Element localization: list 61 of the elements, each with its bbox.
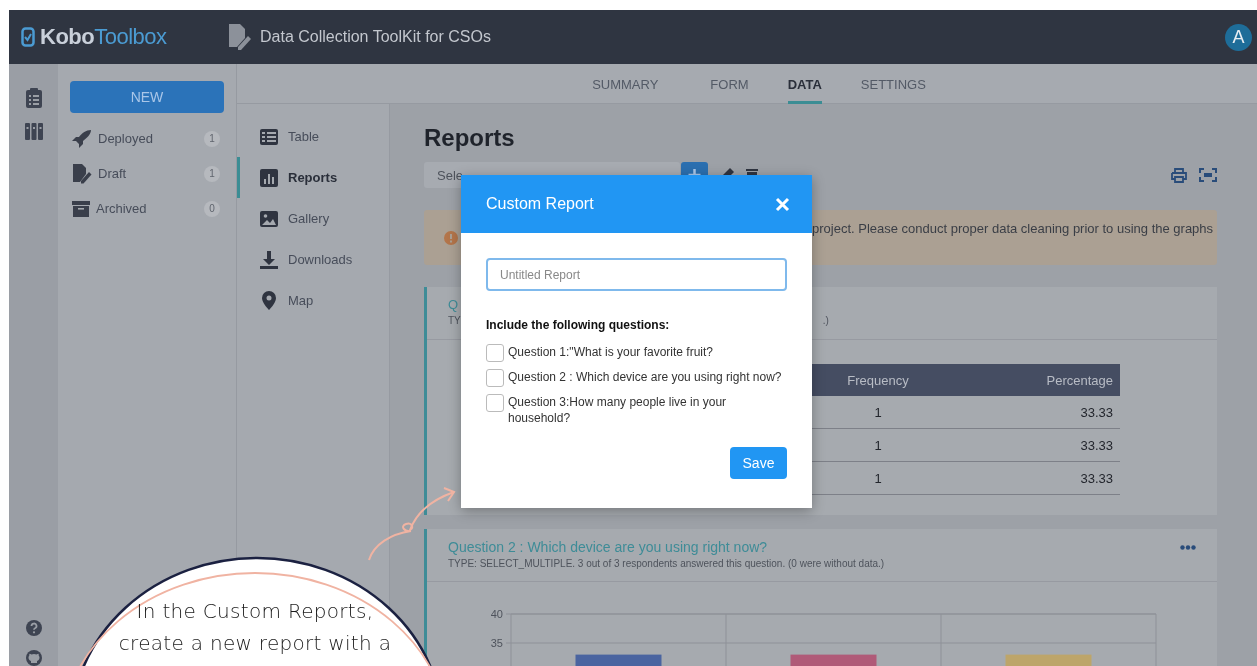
axis-tick-label: 40 [490,608,503,620]
warning-text: project. Please conduct proper data cleaning prior to using the graphs [812,221,1214,236]
checkbox[interactable] [486,369,504,387]
logo-icon [21,27,35,47]
tab[interactable]: FORM [685,64,774,104]
questions-label: Include the following questions: [486,318,671,332]
question-title: Q [448,297,460,312]
checkbox[interactable] [486,344,504,362]
count-badge: 0 [204,200,220,217]
question-type: TY [448,315,461,326]
tab[interactable]: SETTINGS [835,64,951,104]
map-pin-icon [260,291,278,310]
print-icon[interactable] [1171,167,1187,183]
checkbox[interactable] [486,394,504,412]
table-list-icon [260,128,278,145]
project-title: Data Collection ToolKit for CSOs [260,28,492,46]
question-option[interactable]: Question 1:"What is your favorite fruit? [508,344,787,360]
sidebar-item[interactable]: Deployed [98,131,198,146]
warning-icon [444,230,458,245]
sidebar-item[interactable]: Archived [96,201,198,216]
question-title: Question 2 : Which device are you using right now? [448,539,768,555]
new-button[interactable]: NEW [70,81,224,113]
question-type: TYPE: SELECT_MULTIPLE. 3 out of 3 respondents answered this question. (0 were without data.) [448,558,886,569]
more-icon[interactable] [1180,544,1196,550]
page-heading: Reports [424,124,516,153]
question-type: .) [822,315,829,326]
subnav-item[interactable]: Gallery [237,198,389,239]
subnav-item[interactable]: Downloads [237,239,389,280]
annotation-text: In the Custom Reports, create a new report with a [117,598,393,657]
bar-chart-icon [260,168,278,187]
sidebar-item[interactable]: Draft [98,166,198,181]
tab[interactable]: SUMMARY [567,64,684,104]
archive-box-icon [72,200,90,217]
clipboard-list-icon[interactable] [25,88,42,108]
document-edit-icon [72,163,92,184]
column-header: Frequency [812,364,944,396]
fullscreen-icon[interactable] [1199,168,1217,182]
subnav-item[interactable]: Table [237,116,389,157]
dialog-title: Custom Report [486,195,594,213]
question-option[interactable]: Question 3:How many people live in your household? [508,394,787,426]
question-option[interactable]: Question 2 : Which device are you using right now? [508,369,787,385]
table-cell: 33.33 [944,461,1120,495]
image-icon [260,210,278,227]
count-badge: 1 [204,130,220,147]
books-icon[interactable] [24,122,43,140]
save-button[interactable]: Save [730,447,787,479]
document-edit-icon [227,23,251,51]
table-cell: 33.33 [944,428,1120,462]
help-icon[interactable] [25,620,42,636]
download-icon [260,250,278,269]
table-cell: 33.33 [944,396,1120,429]
logo-text[interactable]: KoboToolbox [40,24,167,50]
close-icon[interactable] [775,196,790,212]
rocket-icon [72,129,92,148]
avatar[interactable]: A [1225,23,1252,51]
count-badge: 1 [204,165,220,182]
axis-tick-label: 35 [490,637,503,649]
column-header: Percentage [944,364,1120,396]
cat-face-icon[interactable] [25,650,42,666]
report-name-field[interactable]: Untitled Report [486,258,787,291]
subnav-item[interactable]: Map [237,280,389,321]
